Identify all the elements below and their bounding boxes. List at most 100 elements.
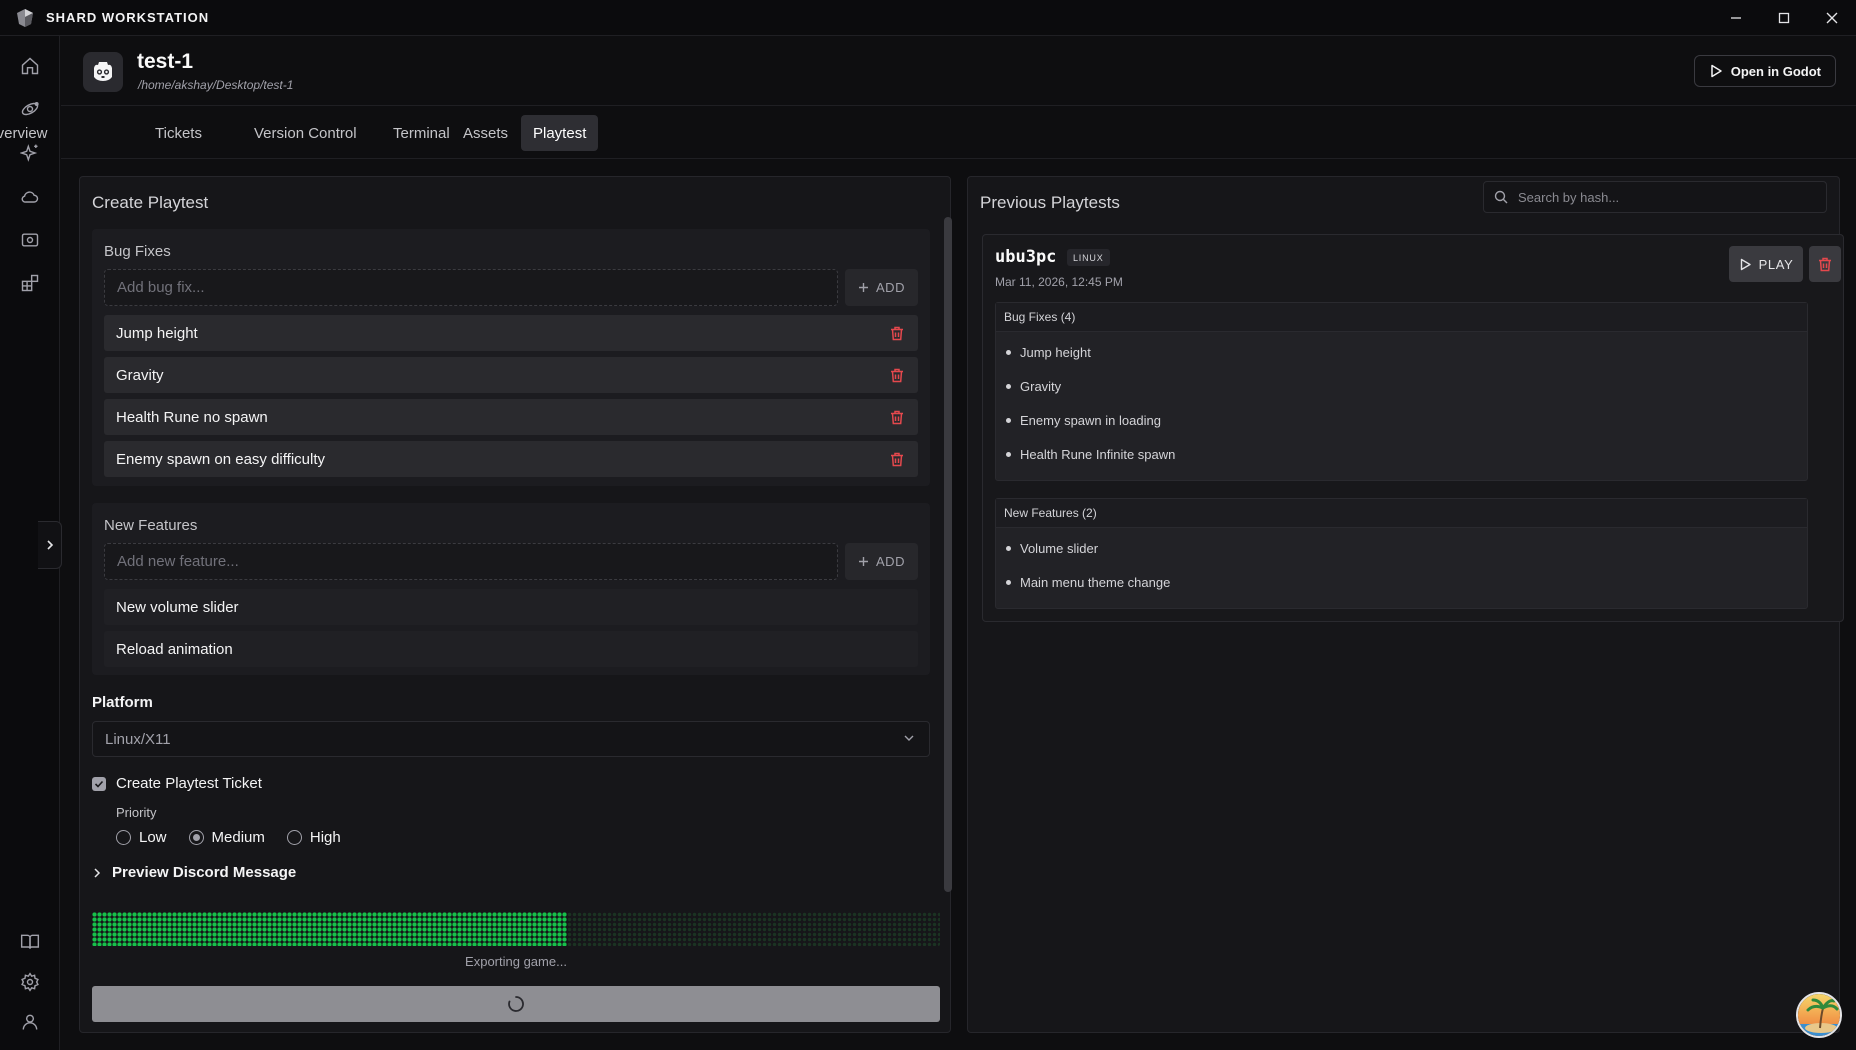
maximize-button[interactable] xyxy=(1760,0,1808,36)
priority-low-radio[interactable] xyxy=(116,830,131,845)
blocks-icon[interactable] xyxy=(18,271,42,295)
bug-fixes-list: Bug Fixes (4) Jump height Gravity Enemy … xyxy=(995,302,1808,481)
platform-value: Linux/X11 xyxy=(105,730,171,748)
list-item: Jump height xyxy=(104,315,918,351)
project-path: /home/akshay/Desktop/test-1 xyxy=(138,78,294,92)
new-features-list: New Features (2) Volume slider Main menu… xyxy=(995,498,1808,609)
cloud-icon[interactable] xyxy=(18,185,42,209)
new-features-section: New Features ADD New volume slider Reloa… xyxy=(92,503,930,675)
create-ticket-label: Create Playtest Ticket xyxy=(116,775,262,792)
list-item: Main menu theme change xyxy=(996,565,1807,599)
os-badge: LINUX xyxy=(1067,249,1110,266)
bug-fixes-heading: Bug Fixes (4) xyxy=(996,303,1807,332)
tab-version-control[interactable]: Version Control xyxy=(242,115,369,151)
priority-high-option[interactable]: High xyxy=(286,829,341,846)
priority-low-option[interactable]: Low xyxy=(116,829,167,846)
add-bug-fix-button[interactable]: ADD xyxy=(845,269,918,306)
priority-high-radio[interactable] xyxy=(286,830,302,845)
preview-discord-toggle[interactable]: Preview Discord Message xyxy=(92,864,296,881)
bug-fixes-label: Bug Fixes xyxy=(104,243,171,260)
bug-fix-text: Gravity xyxy=(116,366,164,384)
list-item: Reload animation xyxy=(104,631,918,667)
playtest-hash: ubu3pc xyxy=(995,247,1057,267)
trash-icon[interactable] xyxy=(888,450,906,468)
scrollbar[interactable] xyxy=(944,217,952,892)
create-playtest-title: Create Playtest xyxy=(92,193,209,212)
list-item: Gravity xyxy=(104,357,918,393)
play-label: PLAY xyxy=(1758,256,1794,272)
tab-terminal[interactable]: Terminal xyxy=(381,115,462,151)
platform-label: Platform xyxy=(92,694,153,711)
playtest-card: ubu3pc LINUX Mar 11, 2026, 12:45 PM PLAY… xyxy=(982,234,1844,622)
play-button[interactable]: PLAY xyxy=(1729,246,1803,282)
godot-icon xyxy=(83,52,123,92)
priority-low-label: Low xyxy=(139,829,167,846)
priority-label: Priority xyxy=(116,805,157,820)
export-progress-text: Exporting game... xyxy=(465,954,567,969)
add-feature-button[interactable]: ADD xyxy=(845,543,918,580)
trash-icon[interactable] xyxy=(888,366,906,384)
preview-discord-label: Preview Discord Message xyxy=(112,864,297,881)
hash-search[interactable] xyxy=(1483,181,1827,213)
shard-logo-icon xyxy=(16,7,36,29)
hash-search-input[interactable] xyxy=(1518,189,1808,205)
playtest-date: Mar 11, 2026, 12:45 PM xyxy=(995,275,1123,289)
bug-fix-entry: Gravity xyxy=(1020,378,1062,394)
avatar[interactable] xyxy=(1796,992,1842,1038)
feature-text: Reload animation xyxy=(116,640,233,658)
expand-sidebar-button[interactable] xyxy=(38,521,62,569)
create-playtest-button[interactable] xyxy=(92,986,940,1022)
play-icon xyxy=(1710,64,1722,78)
home-icon[interactable] xyxy=(18,54,42,78)
bug-fix-input[interactable] xyxy=(104,269,838,306)
trash-icon[interactable] xyxy=(888,408,906,426)
list-item: Jump height xyxy=(996,335,1807,369)
title-bar: SHARD WORKSTATION xyxy=(0,0,1856,36)
bug-fixes-section: Bug Fixes ADD Jump height Gravity Health… xyxy=(92,229,930,486)
tab-tickets[interactable]: Tickets xyxy=(143,115,214,151)
open-in-godot-label: Open in Godot xyxy=(1730,63,1821,79)
list-item: Health Rune no spawn xyxy=(104,399,918,435)
eye-icon[interactable] xyxy=(18,228,42,252)
tab-assets[interactable]: Assets xyxy=(451,115,520,151)
close-window-button[interactable] xyxy=(1808,0,1856,36)
bug-fix-text: Enemy spawn on easy difficulty xyxy=(116,450,325,468)
app-title: SHARD WORKSTATION xyxy=(46,10,210,25)
bug-fix-text: Health Rune no spawn xyxy=(116,408,268,426)
feature-input[interactable] xyxy=(104,543,838,580)
bug-fix-entry: Health Rune Infinite spawn xyxy=(1020,446,1176,462)
previous-playtests-title: Previous Playtests xyxy=(980,193,1120,212)
open-in-godot-button[interactable]: Open in Godot xyxy=(1693,55,1836,87)
new-features-heading: New Features (2) xyxy=(996,499,1807,528)
list-item: Enemy spawn on easy difficulty xyxy=(104,441,918,477)
priority-medium-radio[interactable] xyxy=(188,830,204,845)
minimize-button[interactable] xyxy=(1712,0,1760,36)
feature-entry: Volume slider xyxy=(1020,540,1099,556)
list-item: Gravity xyxy=(996,369,1807,403)
tab-playtest[interactable]: Playtest xyxy=(521,115,599,151)
user-icon[interactable] xyxy=(18,1010,42,1034)
export-progress-bar xyxy=(92,912,940,946)
chevron-right-icon xyxy=(46,540,53,550)
tab-overview[interactable]: Overview xyxy=(0,115,60,151)
settings-icon[interactable] xyxy=(18,970,42,994)
trash-icon[interactable] xyxy=(888,324,906,342)
priority-high-label: High xyxy=(309,829,341,846)
project-name: test-1 xyxy=(137,50,194,73)
play-icon xyxy=(1740,258,1751,270)
bug-fix-entry: Enemy spawn in loading xyxy=(1020,412,1161,428)
create-ticket-row[interactable]: Create Playtest Ticket xyxy=(92,775,262,792)
create-ticket-checkbox[interactable] xyxy=(92,776,106,791)
chevron-right-icon xyxy=(94,867,101,878)
spinner-icon xyxy=(508,996,524,1012)
priority-medium-label: Medium xyxy=(211,829,265,846)
delete-playtest-button[interactable] xyxy=(1809,246,1841,282)
bug-fix-text: Jump height xyxy=(116,324,198,342)
priority-medium-option[interactable]: Medium xyxy=(188,829,265,846)
create-playtest-panel: Create Playtest Bug Fixes ADD Jump heigh… xyxy=(79,176,952,1033)
project-header: test-1 /home/akshay/Desktop/test-1 Open … xyxy=(61,36,1856,106)
book-icon[interactable] xyxy=(18,930,42,954)
new-features-label: New Features xyxy=(104,517,198,534)
platform-select[interactable]: Linux/X11 xyxy=(92,721,930,757)
plus-icon xyxy=(859,557,869,566)
